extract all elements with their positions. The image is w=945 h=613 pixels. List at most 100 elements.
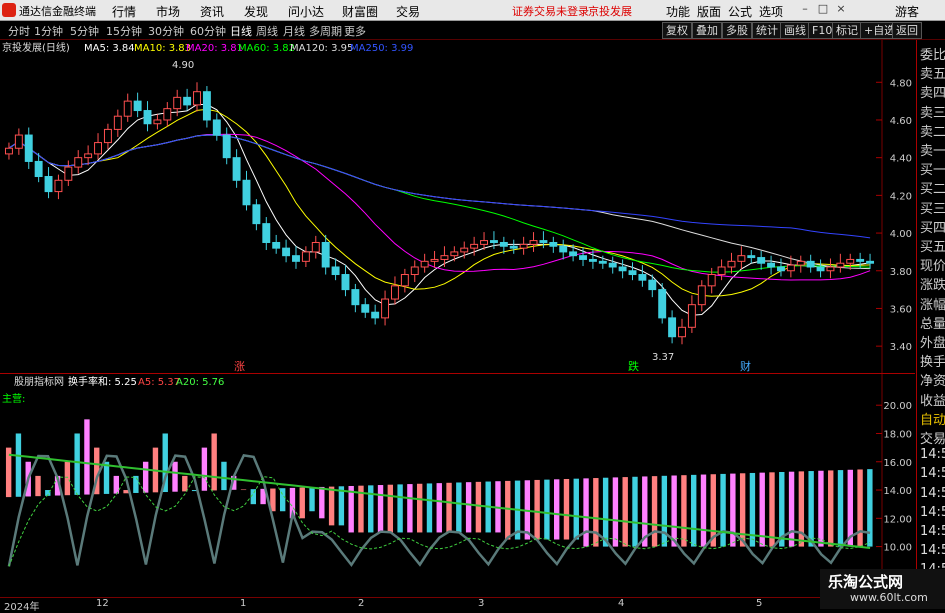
- candle-body: [678, 326, 686, 338]
- menu-discover[interactable]: 发现: [244, 3, 268, 20]
- quote-panel-label: 14:56: [920, 466, 945, 482]
- tab-60min[interactable]: 60分钟: [190, 23, 226, 39]
- price-tick: 4.60: [890, 116, 912, 127]
- candle-body: [410, 266, 419, 276]
- ma250-legend: MA250: 3.99: [350, 43, 413, 54]
- menu-quotes[interactable]: 行情: [112, 3, 136, 20]
- quote-panel-label: 委比: [920, 48, 945, 63]
- turnover-bar: [465, 482, 472, 533]
- candle-body: [648, 279, 657, 291]
- candle-body: [697, 285, 706, 306]
- back-button[interactable]: 返回: [892, 22, 922, 39]
- quote-panel-label: 现价: [920, 259, 945, 275]
- login-notice[interactable]: 证券交易未登录: [512, 3, 589, 19]
- date-axis: 2024年 12 1 2 3 4 5: [0, 597, 880, 613]
- turnover-bar: [612, 477, 619, 547]
- indicator-tick: 14.00: [883, 486, 912, 497]
- menu-options[interactable]: 选项: [759, 3, 783, 20]
- candle-body: [222, 134, 231, 159]
- menu-ask[interactable]: 问小达: [288, 3, 324, 20]
- adjust-button[interactable]: 复权: [662, 22, 692, 39]
- candle-body: [193, 91, 201, 106]
- menu-function[interactable]: 功能: [666, 3, 690, 20]
- candle-body: [143, 110, 152, 125]
- price-tick: 3.80: [890, 267, 912, 278]
- turnover-bar: [602, 477, 609, 547]
- turnover-bar: [593, 478, 599, 547]
- tab-5min[interactable]: 5分钟: [70, 23, 99, 39]
- turnover-bar: [368, 485, 374, 533]
- high-price-label: 4.90: [172, 60, 194, 71]
- close-icon[interactable]: ×: [834, 2, 848, 16]
- tab-daily[interactable]: 日线: [230, 23, 252, 39]
- candle-body: [777, 266, 785, 272]
- minimize-icon[interactable]: –: [798, 2, 812, 16]
- tab-1min[interactable]: 1分钟: [34, 23, 63, 39]
- candle-body: [786, 264, 795, 272]
- tab-timeshare[interactable]: 分时: [8, 23, 30, 39]
- candle-body: [14, 134, 23, 149]
- indicator-chart[interactable]: 20.0018.0016.0014.0012.0010.008.00 股朋指标网…: [0, 374, 945, 596]
- turnover-bar: [113, 475, 119, 494]
- candle-body: [24, 134, 33, 162]
- price-chart[interactable]: 4.80 4.60 4.40 4.20 4.00 3.80 3.60 3.40 京投发展(日线…: [0, 40, 945, 373]
- quote-panel-label[interactable]: 交易: [920, 428, 945, 447]
- date-jan: 1: [240, 598, 247, 609]
- statistics-button[interactable]: 统计: [752, 22, 782, 39]
- menu-layout[interactable]: 版面: [697, 3, 721, 20]
- period-toolbar: 分时 1分钟 5分钟 15分钟 30分钟 60分钟 日线 周线 月线 多周期 更…: [0, 21, 945, 40]
- menu-trade[interactable]: 交易: [396, 3, 420, 20]
- mark-button[interactable]: 标记: [832, 22, 862, 39]
- candle-body: [371, 311, 380, 319]
- overlay-button[interactable]: 叠加: [692, 22, 722, 39]
- ma5-line: [8, 104, 871, 316]
- ma20-legend: MA20: 3.81: [186, 43, 243, 54]
- candle-body: [183, 96, 192, 106]
- turnover-bar: [74, 433, 80, 495]
- quote-panel-label: 卖五: [920, 67, 945, 83]
- tab-15min[interactable]: 15分钟: [106, 23, 142, 39]
- quote-panel-label: 换手: [920, 355, 945, 371]
- quote-panel-label[interactable]: 自动: [920, 409, 945, 428]
- candle-body: [470, 243, 479, 249]
- candle-body: [202, 91, 211, 121]
- maximize-icon[interactable]: □: [816, 2, 830, 16]
- candle-body: [747, 255, 756, 259]
- turnover-bar: [691, 474, 697, 547]
- candle-body: [846, 258, 855, 264]
- tab-weekly[interactable]: 周线: [256, 23, 278, 39]
- price-tick: 4.00: [890, 229, 912, 240]
- turnover-bar: [279, 488, 286, 512]
- turnover-bar: [622, 477, 628, 547]
- turnover-bar: [632, 476, 638, 547]
- tab-multi[interactable]: 多周期: [309, 23, 342, 39]
- turnover-bar: [416, 483, 423, 533]
- ma10-legend: MA10: 3.83: [134, 43, 191, 54]
- turnover-bar: [544, 479, 550, 540]
- tab-more[interactable]: 更多: [344, 23, 366, 39]
- candle-body: [509, 245, 518, 249]
- draw-line-button[interactable]: 画线: [780, 22, 810, 39]
- multi-stock-button[interactable]: 多股: [722, 22, 752, 39]
- candle-body: [638, 274, 647, 281]
- candle-body: [737, 255, 746, 262]
- menu-fortune[interactable]: 财富圈: [342, 3, 378, 20]
- date-dec: 12: [96, 598, 109, 609]
- quote-panel-label: 14:56: [920, 485, 945, 501]
- menu-news[interactable]: 资讯: [200, 3, 224, 20]
- watermark-title: 乐淘公式网: [828, 573, 904, 591]
- guest-label[interactable]: 游客: [895, 3, 919, 20]
- indicator-title: 股朋指标网: [14, 375, 64, 388]
- menu-formula[interactable]: 公式: [728, 3, 752, 20]
- menu-market[interactable]: 市场: [156, 3, 180, 20]
- candle-body: [480, 240, 489, 245]
- candle-body: [173, 96, 182, 110]
- date-year: 2024年: [4, 602, 40, 613]
- price-tick: 3.40: [890, 342, 912, 353]
- tab-30min[interactable]: 30分钟: [148, 23, 184, 39]
- tab-monthly[interactable]: 月线: [283, 23, 305, 39]
- turnover-bar: [583, 478, 589, 547]
- turnover-bar: [387, 484, 394, 533]
- candle-body: [84, 153, 93, 159]
- indicator-tick: 12.00: [883, 514, 912, 525]
